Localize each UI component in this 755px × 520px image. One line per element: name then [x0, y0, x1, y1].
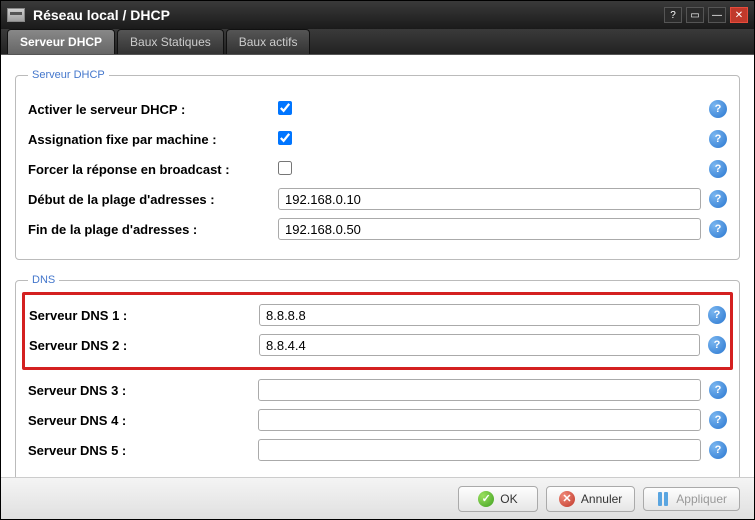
apply-icon — [656, 492, 670, 506]
close-button[interactable]: ✕ — [730, 7, 748, 23]
label-dns5: Serveur DNS 5 : — [28, 443, 258, 458]
group-dhcp: Serveur DHCP Activer le serveur DHCP : ?… — [15, 69, 740, 260]
help-icon[interactable]: ? — [709, 411, 727, 429]
input-dns3[interactable] — [258, 379, 701, 401]
help-icon[interactable]: ? — [709, 441, 727, 459]
group-dns: DNS Serveur DNS 1 : ? Serveur DNS 2 : ? … — [15, 274, 740, 477]
tab-serveur-dhcp[interactable]: Serveur DHCP — [7, 29, 115, 54]
minimize-button[interactable]: — — [708, 7, 726, 23]
help-icon[interactable]: ? — [708, 306, 726, 324]
row-dns1: Serveur DNS 1 : ? — [29, 303, 726, 327]
tab-baux-statiques[interactable]: Baux Statiques — [117, 29, 224, 54]
input-dns2[interactable] — [259, 334, 700, 356]
help-icon[interactable]: ? — [709, 190, 727, 208]
tabbar: Serveur DHCP Baux Statiques Baux actifs — [1, 29, 754, 55]
titlebar: Réseau local / DHCP ? ▭ — ✕ — [1, 1, 754, 29]
row-range-start: Début de la plage d'adresses : ? — [28, 187, 727, 211]
help-button[interactable]: ? — [664, 7, 682, 23]
group-dhcp-legend: Serveur DHCP — [28, 69, 109, 81]
checkbox-fixed-assign[interactable] — [278, 131, 292, 145]
input-dns5[interactable] — [258, 439, 701, 461]
label-enable-dhcp: Activer le serveur DHCP : — [28, 102, 278, 117]
app-icon — [7, 8, 25, 22]
row-dns5: Serveur DNS 5 : ? — [28, 438, 727, 462]
window-buttons: ? ▭ — ✕ — [664, 7, 748, 23]
row-enable-dhcp: Activer le serveur DHCP : ? — [28, 97, 727, 121]
label-dns2: Serveur DNS 2 : — [29, 338, 259, 353]
checkbox-broadcast[interactable] — [278, 161, 292, 175]
input-dns4[interactable] — [258, 409, 701, 431]
label-dns3: Serveur DNS 3 : — [28, 383, 258, 398]
ok-button-label: OK — [500, 492, 517, 506]
help-icon[interactable]: ? — [709, 381, 727, 399]
label-range-end: Fin de la plage d'adresses : — [28, 222, 278, 237]
window-title: Réseau local / DHCP — [33, 7, 664, 23]
label-dns4: Serveur DNS 4 : — [28, 413, 258, 428]
tab-baux-actifs[interactable]: Baux actifs — [226, 29, 311, 54]
group-dns-legend: DNS — [28, 274, 59, 286]
label-broadcast: Forcer la réponse en broadcast : — [28, 162, 278, 177]
row-range-end: Fin de la plage d'adresses : ? — [28, 217, 727, 241]
input-range-end[interactable] — [278, 218, 701, 240]
check-icon: ✓ — [478, 491, 494, 507]
cancel-button-label: Annuler — [581, 492, 622, 506]
row-dns3: Serveur DNS 3 : ? — [28, 378, 727, 402]
label-range-start: Début de la plage d'adresses : — [28, 192, 278, 207]
help-icon[interactable]: ? — [709, 130, 727, 148]
label-dns1: Serveur DNS 1 : — [29, 308, 259, 323]
highlight-box: Serveur DNS 1 : ? Serveur DNS 2 : ? — [22, 292, 733, 370]
row-fixed-assign: Assignation fixe par machine : ? — [28, 127, 727, 151]
label-fixed-assign: Assignation fixe par machine : — [28, 132, 278, 147]
input-dns1[interactable] — [259, 304, 700, 326]
content-area: Serveur DHCP Activer le serveur DHCP : ?… — [1, 55, 754, 477]
checkbox-enable-dhcp[interactable] — [278, 101, 292, 115]
row-dns4: Serveur DNS 4 : ? — [28, 408, 727, 432]
ok-button[interactable]: ✓ OK — [458, 486, 538, 512]
cancel-button[interactable]: ✕ Annuler — [546, 486, 635, 512]
row-dns2: Serveur DNS 2 : ? — [29, 333, 726, 357]
input-range-start[interactable] — [278, 188, 701, 210]
footer: ✓ OK ✕ Annuler Appliquer — [1, 477, 754, 519]
apply-button-label: Appliquer — [676, 492, 727, 506]
help-icon[interactable]: ? — [709, 220, 727, 238]
cancel-icon: ✕ — [559, 491, 575, 507]
help-icon[interactable]: ? — [709, 100, 727, 118]
window-button[interactable]: ▭ — [686, 7, 704, 23]
window: Réseau local / DHCP ? ▭ — ✕ Serveur DHCP… — [0, 0, 755, 520]
help-icon[interactable]: ? — [709, 160, 727, 178]
help-icon[interactable]: ? — [708, 336, 726, 354]
row-broadcast: Forcer la réponse en broadcast : ? — [28, 157, 727, 181]
apply-button[interactable]: Appliquer — [643, 487, 740, 511]
